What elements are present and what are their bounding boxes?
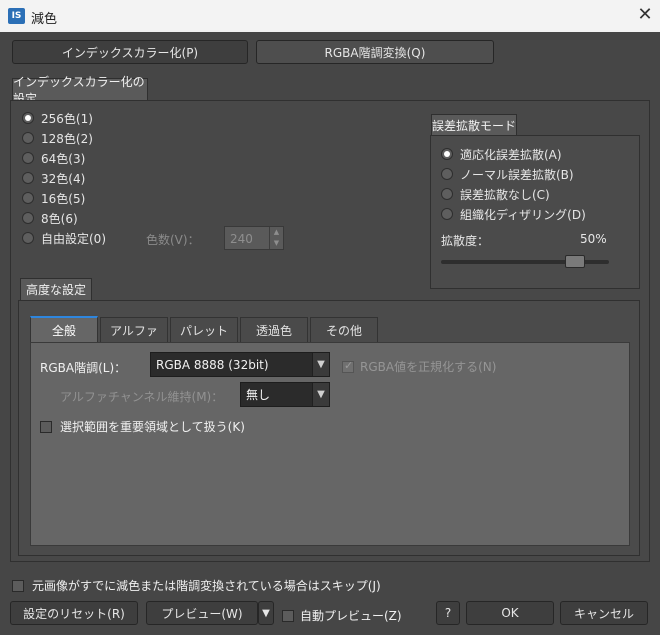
radio-button[interactable]: [22, 212, 34, 224]
auto-preview-checkbox[interactable]: [282, 609, 294, 622]
radio-ordered-dither[interactable]: 組織化ディザリング(D): [441, 205, 631, 223]
radio-normal-diffusion[interactable]: ノーマル誤差拡散(B): [441, 165, 631, 183]
auto-preview-label: 自動プレビュー(Z): [300, 609, 402, 623]
radio-button[interactable]: [441, 148, 453, 160]
tab-index-color[interactable]: インデックスカラー化(P): [12, 40, 248, 64]
diffusion-degree-label: 拡散度：: [441, 234, 490, 248]
window-title: 減色: [31, 12, 58, 27]
skip-label: 元画像がすでに減色または階調変換されている場合はスキップ(J): [32, 579, 381, 593]
radio-256[interactable]: 256色(1): [22, 109, 222, 127]
cancel-button[interactable]: キャンセル: [560, 601, 648, 625]
tab-other[interactable]: その他: [310, 317, 378, 342]
radio-adaptive-diffusion[interactable]: 適応化誤差拡散(A): [441, 145, 631, 163]
radio-16[interactable]: 16色(5): [22, 189, 222, 207]
selection-checkbox[interactable]: [40, 420, 52, 433]
reset-button[interactable]: 設定のリセット(R): [10, 601, 138, 625]
alpha-channel-select-value: 無し: [246, 388, 271, 402]
rgba-label: RGBA階調(L)：: [40, 361, 127, 375]
normalize-checkbox-row[interactable]: ✓ RGBA値を正規化する(N): [342, 358, 496, 375]
radio-128[interactable]: 128色(2): [22, 129, 222, 147]
alpha-channel-label: アルファチャンネル維持(M)：: [60, 390, 224, 404]
normalize-label: RGBA値を正規化する(N): [360, 360, 497, 374]
radio-button[interactable]: [22, 152, 34, 164]
radio-button[interactable]: [22, 132, 34, 144]
radio-32[interactable]: 32色(4): [22, 169, 222, 187]
chevron-up-icon[interactable]: ▲: [269, 227, 283, 238]
radio-button[interactable]: [22, 172, 34, 184]
radio-button[interactable]: [22, 112, 34, 124]
title-bar: IS 減色 ✕: [0, 0, 660, 32]
app-icon: IS: [8, 8, 25, 24]
color-count-label: 色数(V)：: [146, 233, 200, 247]
radio-8[interactable]: 8色(6): [22, 209, 222, 227]
radio-button[interactable]: [441, 188, 453, 200]
tab-palette[interactable]: パレット: [170, 317, 238, 342]
alpha-channel-select[interactable]: 無し ▼: [240, 382, 330, 407]
radio-button[interactable]: [22, 192, 34, 204]
chevron-down-icon[interactable]: ▼: [269, 238, 283, 249]
radio-64[interactable]: 64色(3): [22, 149, 222, 167]
radio-no-diffusion[interactable]: 誤差拡散なし(C): [441, 185, 631, 203]
diffusion-radio-group: 適応化誤差拡散(A) ノーマル誤差拡散(B) 誤差拡散なし(C) 組織化ディザリ…: [441, 145, 631, 223]
auto-preview-checkbox-row[interactable]: 自動プレビュー(Z): [282, 607, 402, 624]
help-button[interactable]: ?: [436, 601, 460, 625]
tab-transparent-color[interactable]: 透過色: [240, 317, 308, 342]
check-icon: ✓: [344, 358, 354, 372]
selection-label: 選択範囲を重要領域として扱う(K): [60, 420, 245, 434]
color-count-value: 240: [230, 232, 253, 246]
color-count-radio-group: 256色(1) 128色(2) 64色(3) 32色(4) 16色(5) 8色(…: [22, 109, 222, 247]
radio-button[interactable]: [441, 208, 453, 220]
normalize-checkbox[interactable]: ✓: [342, 358, 354, 373]
preview-button[interactable]: プレビュー(W): [146, 601, 258, 625]
skip-checkbox[interactable]: [12, 579, 24, 592]
selection-checkbox-row[interactable]: 選択範囲を重要領域として扱う(K): [40, 418, 245, 435]
diffusion-degree-value: 50%: [580, 232, 607, 246]
chevron-down-icon[interactable]: ▼: [312, 383, 329, 406]
radio-button[interactable]: [22, 232, 34, 244]
chevron-down-icon[interactable]: ▼: [312, 353, 329, 376]
tab-rgba-conversion[interactable]: RGBA階調変換(Q): [256, 40, 494, 64]
tab-general[interactable]: 全般: [30, 316, 98, 342]
ok-button[interactable]: OK: [466, 601, 554, 625]
color-count-stepper[interactable]: 240 ▲ ▼: [224, 226, 284, 250]
diffusion-title: 誤差拡散モード: [431, 114, 517, 135]
diffusion-slider-handle[interactable]: [565, 255, 586, 268]
advanced-title: 高度な設定: [20, 278, 92, 300]
tab-alpha[interactable]: アルファ: [100, 317, 168, 342]
radio-button[interactable]: [441, 168, 453, 180]
close-icon[interactable]: ✕: [634, 3, 656, 27]
rgba-select[interactable]: RGBA 8888 (32bit) ▼: [150, 352, 330, 377]
skip-checkbox-row[interactable]: 元画像がすでに減色または階調変換されている場合はスキップ(J): [12, 577, 381, 594]
preview-dropdown-chevron-down-icon[interactable]: ▼: [258, 601, 274, 625]
index-settings-title: インデックスカラー化の設定: [12, 75, 148, 106]
rgba-select-value: RGBA 8888 (32bit): [156, 357, 269, 372]
